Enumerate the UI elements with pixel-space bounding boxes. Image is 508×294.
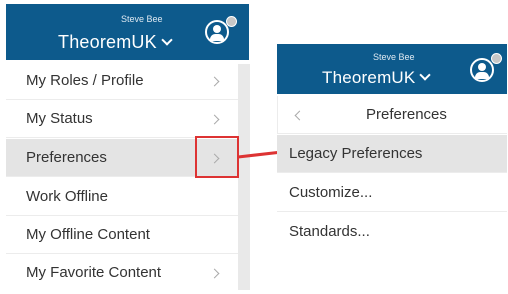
- menu-item-my-offline-content[interactable]: My Offline Content: [6, 216, 238, 254]
- right-header: Steve Bee TheoremUK: [277, 44, 507, 94]
- menu-item-legacy-preferences[interactable]: Legacy Preferences: [277, 135, 507, 173]
- callout-highlight: [195, 136, 239, 178]
- org-switcher[interactable]: TheoremUK: [58, 32, 173, 53]
- chevron-right-icon: [209, 114, 220, 125]
- avatar-head: [213, 25, 221, 33]
- chevron-right-icon: [209, 268, 220, 279]
- menu-item-label: My Offline Content: [26, 226, 150, 243]
- left-header: Steve Bee TheoremUK: [6, 4, 249, 60]
- submenu-back-header[interactable]: Preferences: [277, 96, 507, 134]
- avatar-body: [475, 72, 489, 79]
- user-avatar-icon[interactable]: [470, 58, 494, 82]
- avatar-badge-icon: [226, 16, 237, 27]
- left-side-strip: [238, 64, 250, 290]
- org-name: TheoremUK: [322, 68, 416, 87]
- user-name: Steve Bee: [373, 52, 415, 62]
- menu-item-label: Customize...: [289, 184, 373, 201]
- menu-item-label: Work Offline: [26, 188, 108, 205]
- menu-item-my-favorite-content[interactable]: My Favorite Content: [6, 254, 238, 292]
- menu-item-label: Legacy Preferences: [289, 145, 423, 162]
- chevron-down-icon: [161, 34, 173, 46]
- menu-item-label: Standards...: [289, 223, 370, 240]
- menu-item-label: My Roles / Profile: [26, 72, 144, 89]
- menu-item-work-offline[interactable]: Work Offline: [6, 178, 238, 216]
- menu-item-standards[interactable]: Standards...: [277, 213, 507, 251]
- menu-item-label: My Favorite Content: [26, 264, 162, 281]
- org-switcher[interactable]: TheoremUK: [322, 68, 432, 88]
- submenu-title: Preferences: [366, 106, 447, 123]
- org-name: TheoremUK: [58, 32, 157, 52]
- menu-item-my-status[interactable]: My Status: [6, 100, 238, 138]
- menu-item-customize[interactable]: Customize...: [277, 174, 507, 212]
- avatar-head: [478, 63, 486, 71]
- chevron-right-icon: [209, 76, 220, 87]
- menu-item-label: My Status: [26, 110, 93, 127]
- avatar-body: [210, 34, 224, 41]
- user-avatar-icon[interactable]: [205, 20, 229, 44]
- user-name: Steve Bee: [121, 14, 163, 24]
- right-menu-panel: Steve Bee TheoremUK Preferences Legacy P…: [277, 44, 507, 256]
- menu-item-my-roles-profile[interactable]: My Roles / Profile: [6, 62, 238, 100]
- chevron-left-icon[interactable]: [294, 110, 305, 121]
- avatar-badge-icon: [491, 53, 502, 64]
- chevron-down-icon: [419, 69, 432, 81]
- menu-item-label: Preferences: [26, 149, 107, 166]
